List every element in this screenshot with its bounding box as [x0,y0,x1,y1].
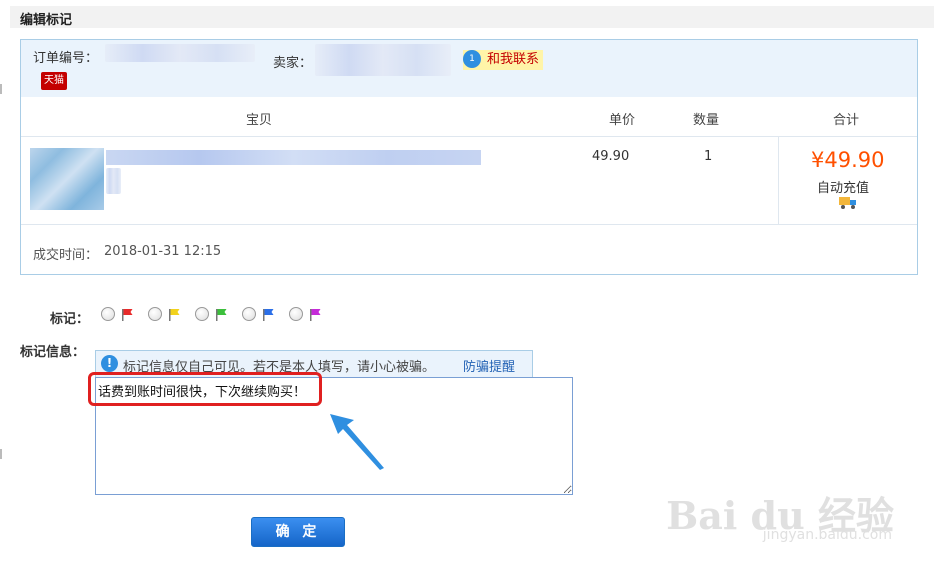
order-header: 订单编号： 天猫 卖家： 和我联系 1 [21,40,917,97]
confirm-button[interactable]: 确 定 [251,517,345,547]
edge-mark [0,84,2,94]
col-header-item: 宝贝 [246,113,273,128]
order-card: 订单编号： 天猫 卖家： 和我联系 1 宝贝 单价 数量 合计 49.90 1 … [20,39,918,275]
flag-radio[interactable] [289,307,303,321]
purple-flag-icon [310,309,321,321]
highlight-box [88,372,322,406]
flag-radio[interactable] [101,307,115,321]
annotation-arrow-icon [330,414,384,470]
tmall-logo: 天猫 [41,72,67,90]
chat-icon: 1 [463,50,481,68]
col-header-price: 单价 [609,113,636,128]
item-unit-price: 49.90 [592,149,630,164]
blue-flag-icon [263,309,274,321]
flag-radio[interactable] [148,307,162,321]
item-thumbnail[interactable] [30,148,104,210]
anti-fraud-link[interactable]: 防骗提醒 [463,356,515,375]
divider [21,224,917,225]
page-title-bar: 编辑标记 [10,6,934,28]
order-no-value-blurred [105,44,255,62]
seller-name-blurred[interactable] [315,44,451,76]
order-no-label: 订单编号： [33,51,99,66]
watermark-url: jingyan.baidu.com [762,527,892,543]
divider [21,136,917,137]
flag-radio[interactable] [242,307,256,321]
page-title: 编辑标记 [20,13,73,28]
col-header-total: 合计 [833,113,860,128]
deal-time: 2018-01-31 12:15 [104,244,222,259]
flag-radio[interactable] [195,307,209,321]
deal-time-label: 成交时间： [33,248,99,263]
divider [778,137,779,224]
truck-icon [839,197,856,209]
info-icon: ! [101,355,118,372]
yellow-flag-icon [169,309,180,321]
item-quantity: 1 [704,149,713,164]
seller-label: 卖家： [273,56,313,71]
flag-label: 标记： [50,312,90,327]
item-title-blurred[interactable] [106,150,481,165]
col-header-qty: 数量 [693,113,720,128]
red-flag-icon [122,309,133,321]
item-total: ¥49.90 [811,148,885,172]
memo-label: 标记信息： [20,345,86,360]
edge-mark [0,449,2,459]
delivery-type: 自动充值 [817,181,870,196]
item-sku-blurred [106,168,121,194]
green-flag-icon [216,309,227,321]
